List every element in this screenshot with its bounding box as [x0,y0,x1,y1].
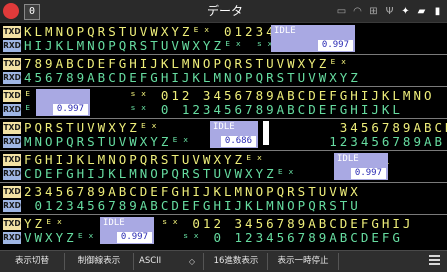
rx-data: HIJKLMNOPQRSTUVWXYZᴱˣ ˢˣ 0123 [24,39,330,53]
usb-icon: Ψ [385,5,394,17]
txd-tag: TXD [3,186,21,198]
status-icon-tray: ▭ ◠ ⊞ Ψ ✦ ▰ ▮ [336,3,443,19]
bluetooth-icon: ✦ [401,5,410,17]
pause-display-button[interactable]: 表示一時停止 [268,253,339,270]
tx-data: 23456789ABCDEFGHIJKLMNOPQRSTUVWX [24,185,361,199]
data-block: TXD FGHIJKLMNOPQRSTUVWXYZᴱˣ ˢˣ 01 RXD CD… [0,151,447,183]
data-block: TXD PQRSTUVWXYZᴱˣ 3456789ABCDE RXD MNOPQ… [0,119,447,151]
rx-data: 0123456789ABCDEFGHIJKLMNOPQRSTU [24,199,361,213]
data-block: TXD YZᴱˣ ˢˣ 012 3456789ABCDEFGHIJ RXD VW… [0,215,447,246]
tx-row: TXD KLMNOPQRSTUVWXYZᴱˣ 0123456 [0,25,447,39]
rxd-tag: RXD [3,40,21,52]
tx-data: YZᴱˣ ˢˣ 012 3456789ABCDEFGHIJ [24,217,414,231]
receive-cursor [263,121,269,145]
txd-tag: TXD [3,218,21,230]
data-monitor[interactable]: TXD KLMNOPQRSTUVWXYZᴱˣ 0123456 RXD HIJKL… [0,23,447,250]
idle-label: IDLE [213,122,235,132]
tx-data: 789ABCDEFGHIJKLMNOPQRSTUVWXYZᴱˣ [24,57,351,71]
sd-card-icon: ▰ [417,5,426,17]
rx-row: RXD 0123456789ABCDEFGHIJKLMNOPQRSTU [0,199,447,213]
txd-tag: TXD [3,58,21,70]
idle-value: 0.997 [317,40,353,51]
txd-tag: TXD [3,122,21,134]
window-title: データ [206,4,243,18]
rxd-tag: RXD [3,232,21,244]
tx-row: TXD YZᴱˣ ˢˣ 012 3456789ABCDEFGHIJ [0,217,447,231]
idle-marker: IDLE 0.686 [210,121,258,148]
idle-label: IDLE [337,154,359,164]
hex-display-button[interactable]: 16進数表示 [205,253,268,270]
encoding-select[interactable]: ASCII ◇ [134,253,204,270]
data-block: TXD KLMNOPQRSTUVWXYZᴱˣ 0123456 RXD HIJKL… [0,23,447,55]
idle-value: 0.997 [350,168,386,179]
txd-tag: TXD [3,154,21,166]
printer-icon: ▭ [336,5,347,17]
rxd-tag: RXD [3,168,21,180]
bottom-toolbar: 表示切替 制御線表示 ASCII ◇ 16進数表示 表示一時停止 [0,250,447,272]
tx-data: KLMNOPQRSTUVWXYZᴱˣ 0123456 [24,25,298,39]
idle-marker: IDLE 0.997 [100,217,154,244]
idle-label: IDLE [274,26,296,36]
idle-value: 0.997 [116,232,152,243]
idle-marker: IDLE 0.997 [271,25,355,52]
wifi-icon: ◠ [353,5,362,17]
rxd-tag: RXD [3,104,21,116]
display-switch-button[interactable]: 表示切替 [0,253,65,270]
tx-row: TXD 23456789ABCDEFGHIJKLMNOPQRSTUVWX [0,185,447,199]
title-bar: 0 データ ▭ ◠ ⊞ Ψ ✦ ▰ ▮ [0,0,447,23]
rx-data: VWXYZᴱˣ ˢˣ 0 123456789ABCDEFG [24,231,403,245]
txd-tag: TXD [3,90,21,102]
rx-row: RXD VWXYZᴱˣ ˢˣ 0 123456789ABCDEFG [0,231,447,245]
control-lines-button[interactable]: 制御線表示 [65,253,134,270]
data-block: TXD 789ABCDEFGHIJKLMNOPQRSTUVWXYZᴱˣ RXD … [0,55,447,87]
txd-tag: TXD [3,26,21,38]
rxd-tag: RXD [3,72,21,84]
data-block: TXD 23456789ABCDEFGHIJKLMNOPQRSTUVWX RXD… [0,183,447,215]
rx-row: RXD HIJKLMNOPQRSTUVWXYZᴱˣ ˢˣ 0123 [0,39,447,53]
idle-marker: 0.997 [36,89,90,116]
rxd-tag: RXD [3,200,21,212]
encoding-value: ASCII [139,256,162,266]
network-icon: ⊞ [369,5,378,17]
idle-value: 0.997 [52,104,88,115]
tx-row: TXD 789ABCDEFGHIJKLMNOPQRSTUVWXYZᴱˣ [0,57,447,71]
battery-icon: ▮ [434,5,441,17]
chevron-updown-icon: ◇ [188,257,195,266]
rx-data: 456789ABCDEFGHIJKLMNOPQRSTUVWXYZ [24,71,361,85]
menu-icon[interactable] [429,255,441,267]
record-button[interactable] [3,3,19,19]
idle-marker: IDLE 0.997 [334,153,388,180]
data-block: TXD ᴱˣ ˢˣ 012 3456789ABCDEFGHIJKLMNO RXD… [0,87,447,119]
channel-zero-button[interactable]: 0 [24,4,40,20]
rxd-tag: RXD [3,136,21,148]
idle-value: 0.686 [220,136,256,147]
rx-row: RXD 456789ABCDEFGHIJKLMNOPQRSTUVWXYZ [0,71,447,85]
idle-label: IDLE [103,218,125,228]
